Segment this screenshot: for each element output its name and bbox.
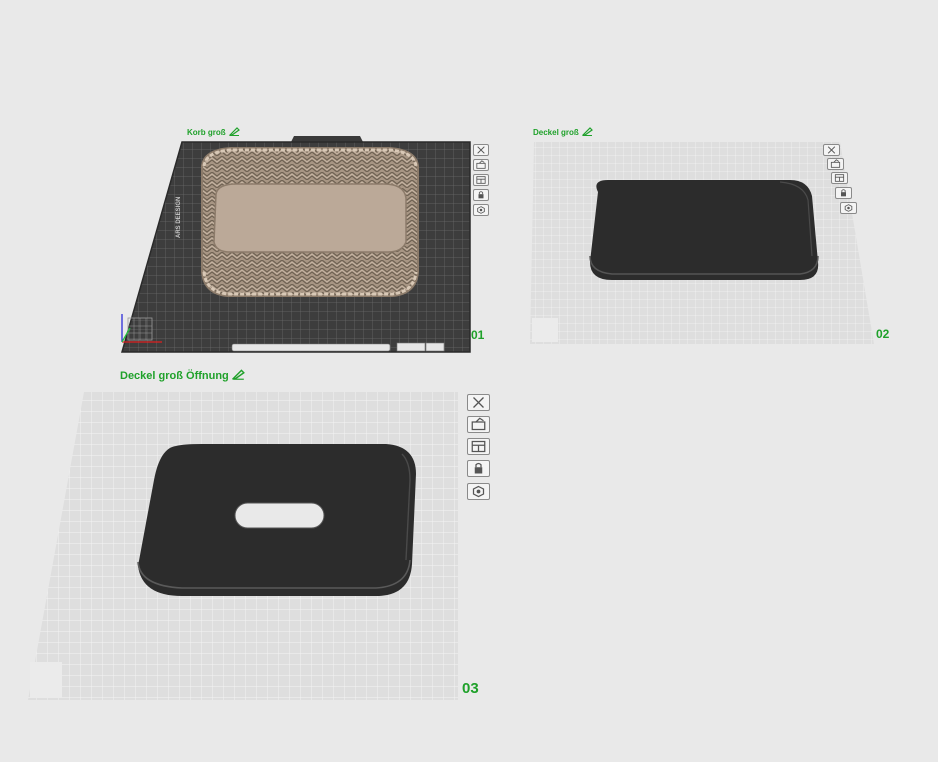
plate-settings-button[interactable] [467,483,490,500]
plate-01-number: 01 [471,328,485,342]
plate-settings-button[interactable] [473,204,489,216]
lock-plate-button[interactable] [835,187,852,199]
plate-settings-button[interactable] [840,202,857,214]
settings-icon [844,204,853,212]
lock-icon [474,462,483,474]
plate-01-bed[interactable]: ARS DEESIGN [112,132,474,354]
layout-icon [471,440,486,453]
arrange-icon [830,159,841,168]
arrange-plate-button[interactable] [473,159,489,171]
lid-object[interactable] [589,180,819,280]
arrange-plate-button[interactable] [467,416,490,433]
layout-plate-button[interactable] [831,172,848,184]
basket-object[interactable] [201,147,419,297]
plate-02-name[interactable]: Deckel groß [533,127,593,138]
layout-plate-button[interactable] [473,174,489,186]
lock-icon [478,191,484,199]
arrange-plate-button[interactable] [827,158,844,170]
close-icon [477,146,485,154]
arrange-icon [476,160,486,169]
close-icon [827,146,836,154]
arrange-icon [471,417,486,431]
plate-02-number: 02 [876,327,890,341]
plate-03-name[interactable]: Deckel groß Öffnung [120,369,245,383]
lid-with-opening-object[interactable] [137,444,416,596]
svg-text:ARS DEESIGN: ARS DEESIGN [176,197,182,238]
close-plate-button[interactable] [473,144,489,156]
plate-03-number: 03 [462,680,479,697]
plate-03-name-label: Deckel groß Öffnung [120,370,229,382]
lock-plate-button[interactable] [473,189,489,201]
settings-icon [472,485,485,498]
layout-icon [834,174,845,182]
layout-plate-button[interactable] [467,438,490,455]
plate-02-bed[interactable] [528,140,876,346]
close-plate-button[interactable] [823,144,840,156]
plate-02-name-label: Deckel groß [533,128,579,137]
edit-name-icon[interactable] [231,369,245,383]
close-plate-button[interactable] [467,394,490,411]
plate-03-bed[interactable] [26,390,462,702]
lock-icon [841,189,846,197]
edit-name-icon[interactable] [581,127,593,138]
lock-plate-button[interactable] [467,460,490,477]
layout-icon [476,176,486,184]
close-icon [473,397,484,408]
settings-icon [477,206,485,214]
